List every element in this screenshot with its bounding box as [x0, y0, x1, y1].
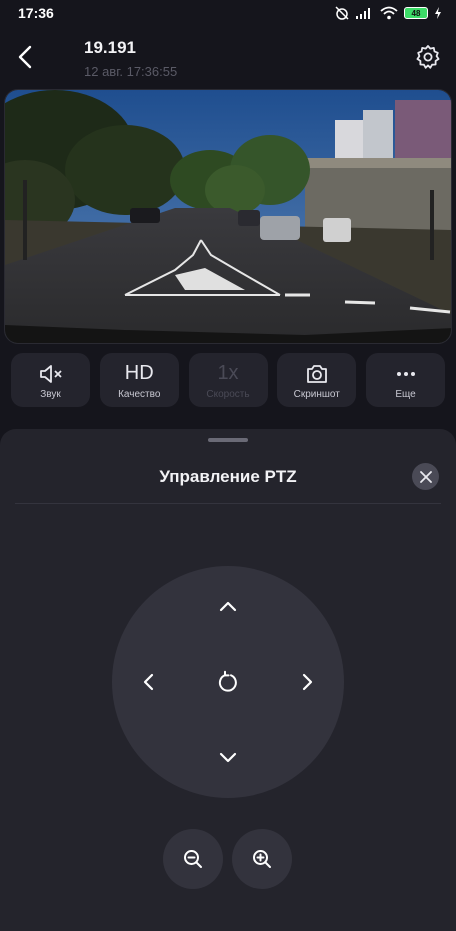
screenshot-label: Скриншот — [293, 388, 340, 400]
close-icon — [419, 470, 432, 483]
sheet-title: Управление PTZ — [159, 467, 297, 486]
ptz-joystick — [112, 566, 344, 798]
video-frame — [5, 90, 451, 343]
reset-position-button[interactable] — [208, 662, 248, 702]
pan-left-button[interactable] — [128, 662, 168, 702]
more-label: Еще — [395, 388, 416, 400]
video-player[interactable] — [4, 89, 452, 344]
more-dots-icon — [395, 361, 417, 387]
status-time: 17:36 — [18, 5, 54, 21]
settings-button[interactable] — [414, 42, 442, 72]
battery-icon: 48 — [404, 7, 428, 19]
zoom-in-icon — [253, 850, 271, 868]
chevron-left-icon — [143, 673, 154, 691]
camera-name: 19.191 — [84, 38, 136, 57]
quality-label: Качество — [118, 388, 161, 400]
sound-label: Звук — [40, 388, 61, 400]
more-button[interactable]: Еще — [366, 353, 445, 407]
speed-label: Скорость — [206, 388, 250, 400]
zoom-out-icon — [184, 850, 202, 868]
sheet-drag-handle[interactable] — [208, 438, 248, 442]
zoom-in-button[interactable] — [232, 829, 292, 889]
quality-icon: HD — [124, 362, 154, 384]
speed-button[interactable]: 1x Скорость — [188, 353, 268, 407]
zoom-out-button[interactable] — [163, 829, 223, 889]
chevron-up-icon — [219, 601, 237, 612]
pan-down-button[interactable] — [208, 738, 248, 778]
chevron-left-icon — [18, 45, 32, 69]
player-toolbar: Звук HD Качество 1x Скорость Скриншот Ещ… — [0, 353, 456, 409]
speaker-muted-icon — [38, 361, 64, 387]
camera-timestamp: 12 авг. 17:36:55 — [84, 64, 178, 79]
wifi-icon — [380, 6, 398, 20]
pan-up-button[interactable] — [208, 586, 248, 626]
chevron-right-icon — [302, 673, 313, 691]
screenshot-button[interactable]: Скриншот — [277, 353, 357, 407]
signal-icon — [356, 8, 370, 19]
back-button[interactable] — [12, 42, 38, 72]
alarm-off-icon — [335, 6, 349, 20]
rotate-icon — [218, 670, 237, 692]
quality-button[interactable]: HD Качество — [99, 353, 179, 407]
status-icons: 48 — [334, 6, 442, 20]
sound-button[interactable]: Звук — [11, 353, 90, 407]
gear-icon — [416, 45, 440, 69]
camera-icon — [305, 361, 329, 387]
pan-right-button[interactable] — [288, 662, 328, 702]
header: 19.191 12 авг. 17:36:55 — [0, 26, 456, 88]
ptz-sheet: Управление PTZ — [0, 429, 456, 931]
close-button[interactable] — [412, 463, 439, 490]
chevron-down-icon — [219, 752, 237, 763]
charging-icon — [435, 7, 441, 19]
speed-icon: 1x — [217, 362, 239, 384]
sheet-divider — [15, 503, 441, 504]
status-bar: 17:36 48 — [0, 0, 456, 26]
